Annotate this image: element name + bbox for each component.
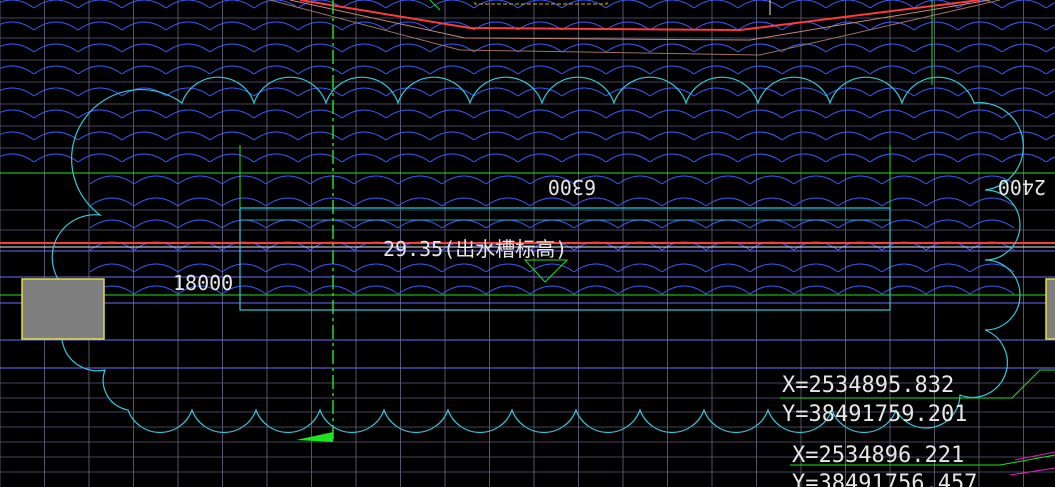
cad-drawing-canvas[interactable]: 29.35(出水槽标高) 18000 6300 2400 X=2534895.8… — [0, 0, 1055, 487]
coordinate-point1-y: Y=38491759.201 — [782, 402, 967, 427]
coordinate-point2-x: X=2534896.221 — [792, 443, 964, 468]
elevation-note-label: 29.35(出水槽标高) — [383, 237, 567, 261]
coordinate-point1-x: X=2534895.832 — [782, 373, 954, 398]
left-column-block[interactable] — [21, 278, 105, 340]
dimension-18000-label: 18000 — [173, 271, 233, 295]
coordinate-point2-y: Y=38491756.457 — [792, 471, 977, 487]
right-column-block[interactable] — [1045, 278, 1055, 340]
dimension-2400-label: 2400 — [998, 175, 1046, 199]
dimension-6300-label: 6300 — [548, 175, 596, 199]
